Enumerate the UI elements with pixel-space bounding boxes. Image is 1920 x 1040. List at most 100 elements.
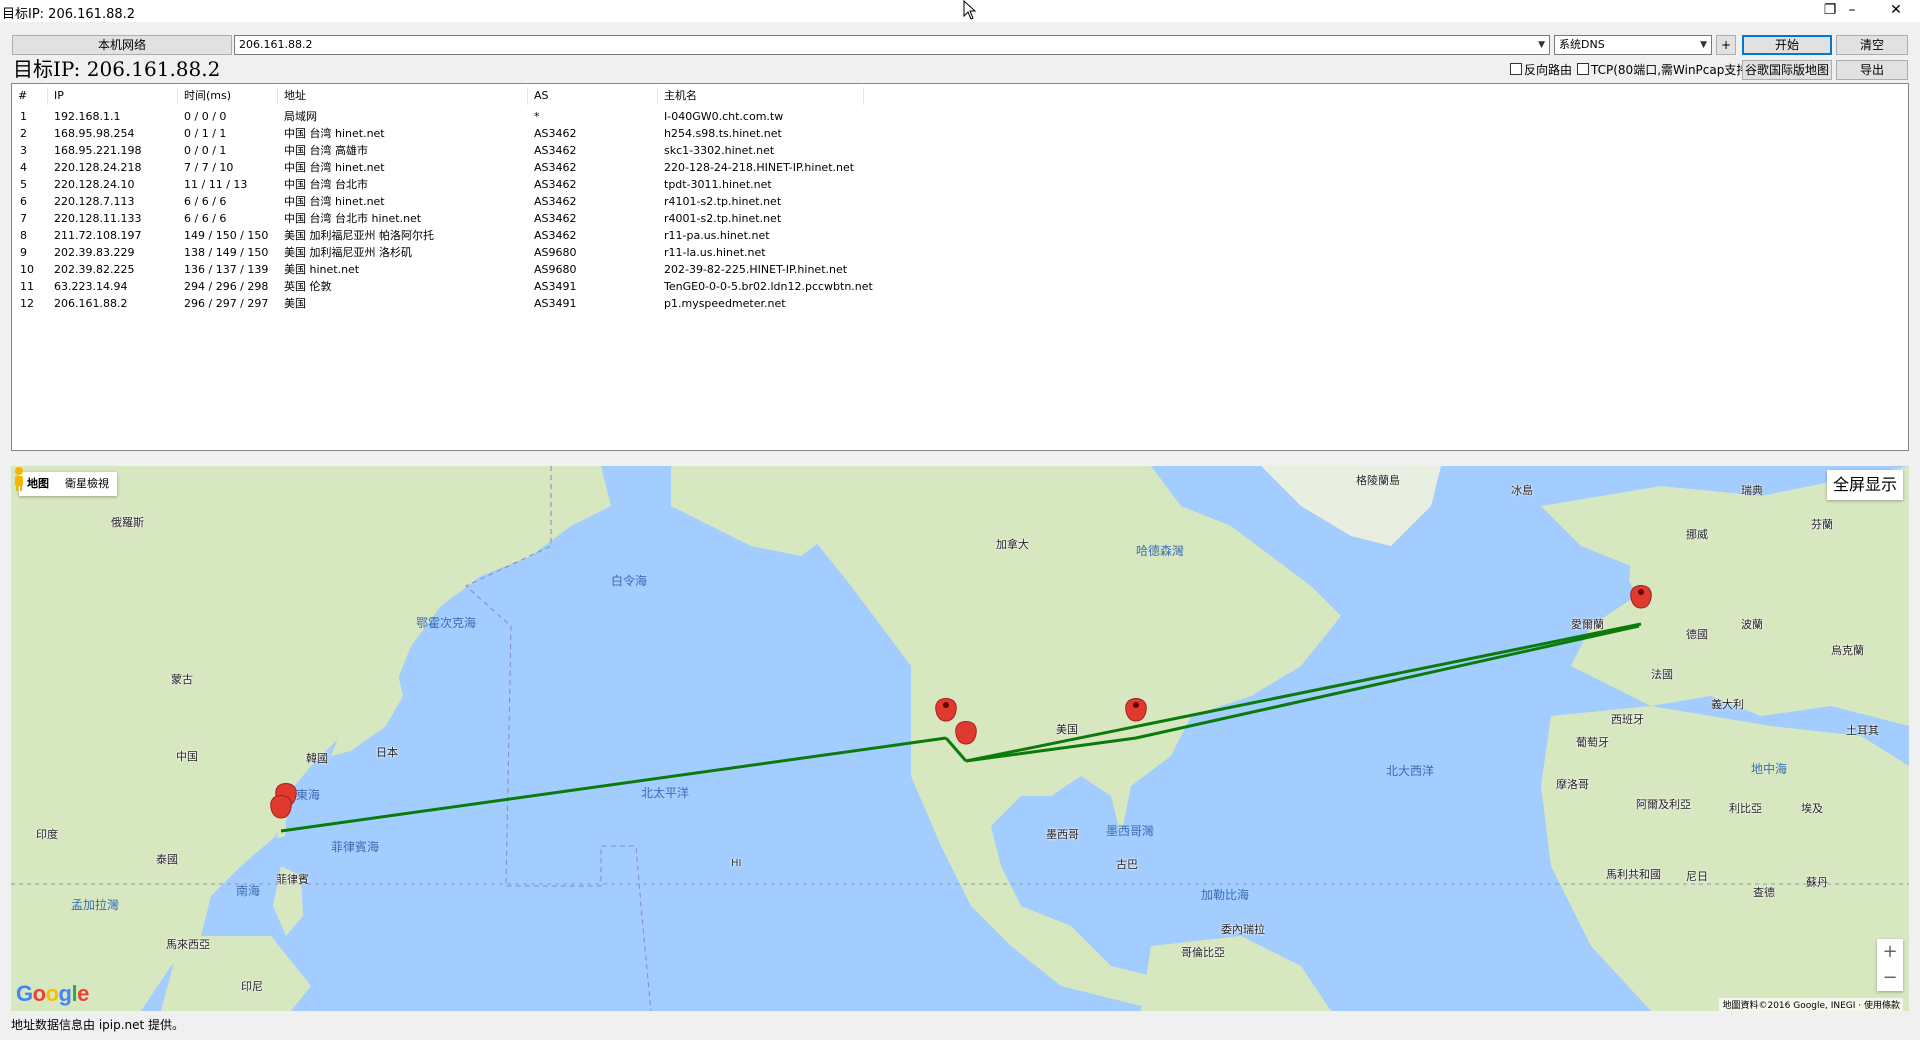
zoom-in-button[interactable]: + bbox=[1877, 939, 1903, 965]
map-label: 蒙古 bbox=[171, 673, 193, 686]
map-label: 西班牙 bbox=[1611, 713, 1644, 726]
table-cell: 10 bbox=[20, 263, 34, 276]
table-cell: 中国 台湾 台北市 bbox=[284, 178, 368, 191]
landmass-europe bbox=[1541, 466, 1909, 726]
table-row[interactable]: 11 63.223.14.94 294 / 296 / 298 英国 伦敦 AS3491… bbox=[12, 278, 912, 295]
reverse-route-label: 反向路由 bbox=[1524, 63, 1573, 77]
table-cell: 168.95.98.254 bbox=[54, 127, 135, 140]
tcp-checkbox[interactable]: TCP(80端口,需WinPcap支持) bbox=[1577, 62, 1753, 78]
table-cell: 0 / 0 / 0 bbox=[184, 110, 227, 123]
chevron-down-icon[interactable]: ▼ bbox=[1538, 36, 1545, 54]
table-cell: 220-128-24-218.HINET-IP.hinet.net bbox=[664, 161, 855, 174]
chevron-down-icon[interactable]: ▼ bbox=[1700, 36, 1707, 54]
google-logo: Google bbox=[16, 981, 89, 1006]
add-button[interactable]: + bbox=[1716, 35, 1736, 55]
column-header[interactable]: IP bbox=[48, 87, 178, 105]
map-label: 德國 bbox=[1686, 628, 1708, 641]
close-button[interactable]: ✕ bbox=[1874, 0, 1918, 22]
table-cell: 2 bbox=[20, 127, 27, 140]
column-header[interactable]: 时间(ms) bbox=[178, 87, 278, 105]
map-canvas[interactable] bbox=[11, 466, 1909, 1011]
marker-pin-icon bbox=[1125, 698, 1147, 722]
table-cell: TenGE0-0-0-5.br02.ldn12.pccwbtn.net bbox=[664, 280, 873, 293]
column-header[interactable]: 主机名 bbox=[658, 87, 864, 105]
map-label: 埃及 bbox=[1801, 802, 1823, 815]
table-row[interactable]: 1 192.168.1.1 0 / 0 / 0 局域网 * I-040GW0.cht.co… bbox=[12, 108, 912, 125]
dns-select[interactable]: 系统DNS ▼ bbox=[1554, 35, 1712, 55]
table-cell: 7 bbox=[20, 212, 27, 225]
table-cell: 202.39.83.229 bbox=[54, 246, 135, 259]
map-label: 地中海 bbox=[1751, 762, 1788, 776]
table-cell: r4001-s2.tp.hinet.net bbox=[664, 212, 782, 225]
map-label: 印尼 bbox=[241, 980, 263, 993]
export-button[interactable]: 导出 bbox=[1836, 60, 1908, 80]
table-row[interactable]: 12 206.161.88.2 296 / 297 / 297 美国 AS3491 p1.… bbox=[12, 295, 912, 312]
map-label: 利比亞 bbox=[1729, 802, 1762, 815]
map-label: 北太平洋 bbox=[641, 786, 690, 800]
clear-button[interactable]: 清空 bbox=[1836, 35, 1908, 55]
start-button[interactable]: 开始 bbox=[1742, 35, 1832, 55]
pegman-icon[interactable] bbox=[11, 466, 27, 492]
local-network-button[interactable]: 本机网络 bbox=[12, 35, 232, 55]
map-label: 墨西哥 bbox=[1046, 828, 1079, 841]
marker-pin-icon bbox=[1630, 585, 1652, 609]
target-ip-input[interactable]: 206.161.88.2 ▼ bbox=[234, 35, 1550, 55]
column-header[interactable]: # bbox=[12, 87, 48, 105]
fullscreen-button[interactable]: 全屏显示 bbox=[1826, 470, 1903, 500]
map-label: 阿爾及利亞 bbox=[1636, 798, 1691, 811]
table-row[interactable]: 8 211.72.108.197 149 / 150 / 150 美国 加利福尼亚州 … bbox=[12, 227, 912, 244]
table-row[interactable]: 3 168.95.221.198 0 / 0 / 1 中国 台湾 高雄市 AS3462 s… bbox=[12, 142, 912, 159]
table-cell: 149 / 150 / 150 bbox=[184, 229, 269, 242]
map-label: 古巴 bbox=[1116, 858, 1138, 871]
table-row[interactable]: 7 220.128.11.133 6 / 6 / 6 中国 台湾 台北市 hinet.… bbox=[12, 210, 912, 227]
table-cell: AS3462 bbox=[534, 212, 577, 225]
table-cell: 中国 台湾 台北市 hinet.net bbox=[284, 212, 422, 225]
table-row[interactable]: 4 220.128.24.218 7 / 7 / 10 中国 台湾 hinet.net… bbox=[12, 159, 912, 176]
column-header[interactable]: AS bbox=[528, 87, 658, 105]
table-cell: AS3491 bbox=[534, 297, 577, 310]
map-label: 墨西哥灣 bbox=[1106, 824, 1155, 838]
table-cell: 220.128.24.218 bbox=[54, 161, 142, 174]
map-label: 蘇丹 bbox=[1806, 876, 1828, 889]
table-row[interactable]: 5 220.128.24.10 11 / 11 / 13 中国 台湾 台北市 AS346… bbox=[12, 176, 912, 193]
map-label: 法國 bbox=[1651, 668, 1673, 681]
table-cell: 美国 hinet.net bbox=[284, 263, 360, 276]
table-cell: 6 / 6 / 6 bbox=[184, 212, 227, 225]
table-cell: tpdt-3011.hinet.net bbox=[664, 178, 772, 191]
table-cell: 中国 台湾 hinet.net bbox=[284, 195, 385, 208]
map-copyright[interactable]: 地圖資料©2016 Google, INEGI · 使用條款 bbox=[1719, 998, 1903, 1011]
map-label: 波蘭 bbox=[1741, 618, 1763, 631]
map-label: 加拿大 bbox=[996, 538, 1029, 551]
table-row[interactable]: 2 168.95.98.254 0 / 1 / 1 中国 台湾 hinet.net AS… bbox=[12, 125, 912, 142]
map-label: 日本 bbox=[376, 746, 398, 759]
trace-table: # IP 时间(ms) 地址 AS 主机名 1 192.168.1.1 0 / 0 … bbox=[11, 83, 1909, 451]
checkbox-icon[interactable] bbox=[1577, 63, 1589, 75]
window-title: 目标IP: 206.161.88.2 bbox=[2, 7, 136, 22]
table-row[interactable]: 10 202.39.82.225 136 / 137 / 139 美国 hinet.n… bbox=[12, 261, 912, 278]
reverse-route-checkbox[interactable]: 反向路由 bbox=[1510, 62, 1572, 78]
table-row[interactable]: 6 220.128.7.113 6 / 6 / 6 中国 台湾 hinet.net AS… bbox=[12, 193, 912, 210]
route-map[interactable]: 地图 衛星檢視 全屏显示 北太平洋 北大西洋 加拿大 美国 墨西哥 中国 蒙古 … bbox=[11, 466, 1909, 1011]
map-type-switch[interactable]: 地图 衛星檢視 bbox=[19, 472, 117, 496]
map-type-satellite-tab[interactable]: 衛星檢視 bbox=[57, 472, 117, 496]
table-cell: 202.39.82.225 bbox=[54, 263, 135, 276]
zoom-out-button[interactable]: − bbox=[1877, 965, 1903, 991]
table-cell: 美国 加利福尼亚州 洛杉矶 bbox=[284, 246, 412, 259]
table-cell: * bbox=[534, 110, 540, 123]
title-bar: 目标IP: 206.161.88.2 – ❐ ✕ bbox=[0, 0, 1920, 22]
table-row[interactable]: 9 202.39.83.229 138 / 149 / 150 美国 加利福尼亚州 洛… bbox=[12, 244, 912, 261]
landmass-asia bbox=[11, 466, 611, 1011]
google-map-button[interactable]: 谷歌国际版地图 bbox=[1742, 60, 1832, 80]
tcp-label: TCP(80端口,需WinPcap支持) bbox=[1591, 63, 1754, 77]
maximize-button[interactable]: ❐ bbox=[1808, 0, 1852, 22]
map-label: 摩洛哥 bbox=[1556, 778, 1589, 791]
table-cell: r11-pa.us.hinet.net bbox=[664, 229, 770, 242]
map-label: 孟加拉灣 bbox=[71, 898, 120, 912]
column-header[interactable]: 地址 bbox=[278, 87, 528, 105]
zoom-control[interactable]: + − bbox=[1877, 939, 1903, 991]
table-cell: 4 bbox=[20, 161, 27, 174]
table-cell: r4101-s2.tp.hinet.net bbox=[664, 195, 782, 208]
checkbox-icon[interactable] bbox=[1510, 63, 1522, 75]
table-cell: 6 bbox=[20, 195, 27, 208]
map-label: 加勒比海 bbox=[1201, 888, 1250, 902]
